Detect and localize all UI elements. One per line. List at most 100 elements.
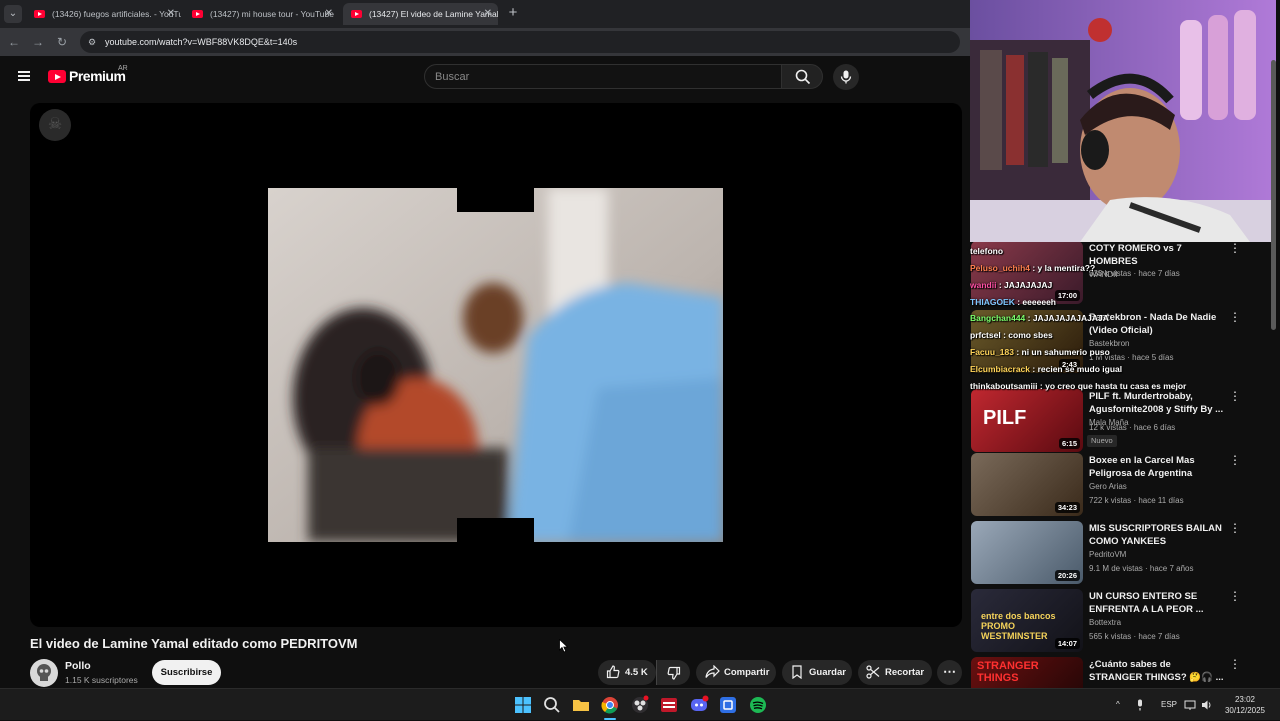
video-thumbnail[interactable]: 34:23	[971, 453, 1083, 516]
system-clock[interactable]: 23:02 30/12/2025	[1217, 694, 1273, 716]
close-tab-icon[interactable]: ✕	[167, 3, 175, 25]
tray-overflow-icon[interactable]: ^	[1116, 689, 1120, 721]
back-arrow-icon[interactable]: ←	[6, 34, 22, 50]
share-button[interactable]: Compartir	[696, 660, 776, 685]
subscribe-button[interactable]: Suscribirse	[152, 660, 221, 685]
search-box[interactable]	[424, 64, 782, 89]
thumbnail-text: STRANGER THINGS	[977, 660, 1039, 684]
like-button[interactable]: 4.5 K	[598, 660, 656, 685]
spotify-icon[interactable]	[748, 695, 768, 715]
more-vert-icon[interactable]: ⋮	[1229, 522, 1241, 534]
video-thumbnail[interactable]: 20:26	[971, 521, 1083, 584]
recommendation-channel[interactable]: Gero Arias	[1089, 482, 1127, 491]
tab-search-button[interactable]: ⌄	[4, 5, 22, 23]
youtube-favicon-icon	[192, 10, 203, 18]
chat-username: prfctsel	[970, 330, 1001, 340]
browser-tab[interactable]: (13427) mi house tour - YouTube ✕	[184, 3, 339, 25]
channel-watermark[interactable]: ☠	[39, 109, 71, 141]
chat-message: prfctsel : como sbes	[970, 330, 1053, 340]
recommendation-item[interactable]: STRANGER THINGS ¿Cuánto sabes de STRANGE…	[970, 657, 1270, 688]
dislike-button[interactable]	[656, 660, 690, 685]
recommendation-channel[interactable]: Bottextra	[1089, 618, 1121, 627]
recommendation-title[interactable]: Bastekbron - Nada De Nadie (Video Oficia…	[1089, 311, 1224, 337]
volume-icon[interactable]	[1201, 699, 1213, 711]
video-thumbnail[interactable]: STRANGER THINGS	[971, 657, 1083, 688]
clip-button[interactable]: Recortar	[858, 660, 932, 685]
search-icon[interactable]	[542, 695, 562, 715]
youtube-logo-icon[interactable]	[48, 70, 66, 83]
more-vert-icon[interactable]: ⋮	[1229, 454, 1241, 466]
recommendation-title[interactable]: MIS SUSCRIPTORES BAILAN COMO YANKEES	[1089, 522, 1224, 548]
recommendation-item[interactable]: entre dos bancos PROMO WESTMINSTER 14:07…	[970, 589, 1270, 653]
video-thumbnail[interactable]: PILF 6:15	[971, 389, 1083, 452]
reload-icon[interactable]: ↻	[54, 34, 70, 50]
tab-title: (13426) fuegos artificiales. - YouTube	[52, 9, 181, 19]
channel-name[interactable]: Pollo	[65, 660, 91, 672]
microphone-icon[interactable]	[1134, 699, 1146, 711]
channel-avatar[interactable]	[30, 659, 58, 687]
obs-icon[interactable]	[630, 695, 650, 715]
more-vert-icon[interactable]: ⋮	[1229, 590, 1241, 602]
more-vert-icon[interactable]: ⋮	[1229, 311, 1241, 323]
save-button[interactable]: Guardar	[782, 660, 852, 685]
video-frame[interactable]	[268, 188, 723, 542]
close-tab-icon[interactable]: ✕	[325, 3, 333, 25]
clip-label: Recortar	[885, 667, 925, 678]
recommendation-item[interactable]: 17:00 COTY ROMERO vs 7 HOMBRES WANDII 33…	[970, 241, 1270, 305]
search-input[interactable]	[435, 65, 765, 88]
duration: 6:15	[1058, 438, 1080, 449]
youtube-favicon-icon	[351, 10, 362, 18]
browser-tab-active[interactable]: (13427) El video de Lamine Yamal editado…	[343, 3, 498, 25]
search-button[interactable]	[781, 64, 823, 89]
share-label: Compartir	[724, 667, 770, 678]
recommendation-meta: 565 k vistas · hace 7 días	[1089, 632, 1180, 641]
tab-title: (13427) El video de Lamine Yamal editado…	[369, 9, 498, 19]
recommendation-title[interactable]: PILF ft. Murdertrobaby, Agusfornite2008 …	[1089, 390, 1224, 416]
logo-text[interactable]: Premium	[69, 68, 126, 84]
new-tab-button[interactable]: +	[505, 4, 521, 22]
video-player[interactable]: ☠	[30, 103, 962, 627]
sidebar-scrollbar[interactable]	[1271, 60, 1276, 330]
chat-message: THIAGOEK : eeeeeeh	[970, 297, 1056, 307]
recommendation-title[interactable]: ¿Cuánto sabes de STRANGER THINGS? 🤔🎧 ...…	[1089, 658, 1224, 685]
recommendation-item[interactable]: 20:26 MIS SUSCRIPTORES BAILAN COMO YANKE…	[970, 521, 1270, 585]
clock-date: 30/12/2025	[1224, 706, 1266, 715]
menu-icon[interactable]	[18, 71, 30, 81]
app-icon[interactable]	[659, 695, 679, 715]
recommendation-title[interactable]: UN CURSO ENTERO SE ENFRENTA A LA PEOR ..…	[1089, 590, 1224, 616]
chrome-icon[interactable]	[600, 695, 620, 715]
windows-start-icon[interactable]	[513, 695, 533, 715]
voice-search-button[interactable]	[833, 64, 859, 90]
language-indicator[interactable]: ESP	[1161, 689, 1177, 721]
discord-icon[interactable]	[689, 695, 709, 715]
youtube-header: Premium AR	[0, 56, 970, 100]
site-info-icon[interactable]: ⚙	[88, 36, 100, 48]
recommendation-title[interactable]: COTY ROMERO vs 7 HOMBRES	[1089, 242, 1224, 268]
recommendation-item[interactable]: 34:23 Boxee en la Carcel Mas Peligrosa d…	[970, 453, 1270, 517]
more-vert-icon[interactable]: ⋮	[1229, 390, 1241, 402]
recommendation-meta: 333 k vistas · hace 7 días	[1089, 269, 1180, 278]
more-actions-button[interactable]: ⋯	[937, 660, 962, 685]
forward-arrow-icon[interactable]: →	[30, 34, 46, 50]
close-tab-icon[interactable]: ✕	[484, 3, 492, 25]
more-vert-icon[interactable]: ⋮	[1229, 658, 1241, 670]
thumbnail-text: PILF	[983, 407, 1027, 429]
webcam-overlay	[970, 0, 1276, 242]
file-explorer-icon[interactable]	[571, 695, 591, 715]
more-vert-icon[interactable]: ⋮	[1229, 242, 1241, 254]
video-thumbnail[interactable]: entre dos bancos PROMO WESTMINSTER 14:07	[971, 589, 1083, 652]
clock-time: 23:02	[1234, 695, 1256, 704]
duration: 14:07	[1054, 638, 1080, 649]
recommendation-meta: 12 k vistas · hace 6 días	[1089, 423, 1176, 432]
recommendation-item[interactable]: PILF 6:15 PILF ft. Murdertrobaby, Agusfo…	[970, 389, 1270, 453]
app-icon[interactable]	[718, 695, 738, 715]
omnibox[interactable]: ⚙ youtube.com/watch?v=WBF88VK8DQE&t=140s	[80, 31, 960, 53]
url-text[interactable]: youtube.com/watch?v=WBF88VK8DQE&t=140s	[105, 31, 297, 53]
save-label: Guardar	[809, 667, 846, 678]
recommendation-title[interactable]: Boxee en la Carcel Mas Peligrosa de Arge…	[1089, 454, 1224, 480]
network-icon[interactable]	[1184, 699, 1196, 711]
youtube-favicon-icon	[34, 10, 45, 18]
browser-tab[interactable]: (13426) fuegos artificiales. - YouTube ✕	[26, 3, 181, 25]
frame-notch	[457, 188, 534, 212]
recommendation-channel[interactable]: PedritoVM	[1089, 550, 1126, 559]
